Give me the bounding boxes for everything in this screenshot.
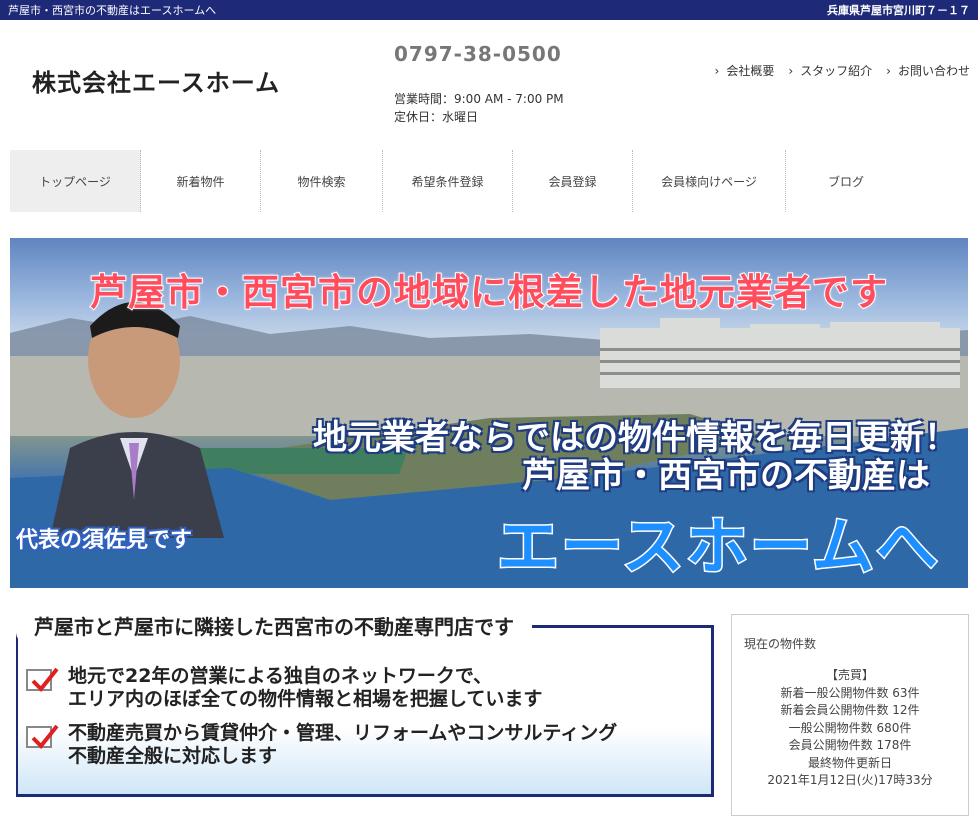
hero-brand-text: エースホームへ (495, 509, 940, 585)
feature-item-line-2: 不動産全般に対応します (68, 745, 278, 767)
update-label: 最終物件更新日 (807, 755, 892, 770)
checkmark-icon (26, 724, 59, 749)
link-contact[interactable]: お問い合わせ (886, 62, 970, 79)
business-hours: 営業時間：9:00 AM - 7:00 PM 定休日：水曜日 (394, 90, 564, 126)
hero-banner: 芦屋市・西宮市の地域に根差した地元業者です 地元業者ならではの物件情報を毎日更新… (10, 238, 968, 588)
hero-subtitle-2: 芦屋市・西宮市の不動産は (522, 456, 930, 496)
header-links: 会社概要 スタッフ紹介 お問い合わせ (715, 62, 970, 79)
nav-item-register[interactable]: 会員登録 (513, 150, 633, 212)
nav-item-new[interactable]: 新着物件 (141, 150, 261, 212)
closed-day-line: 定休日：水曜日 (394, 110, 479, 124)
feature-item: 不動産売買から賃貸仲介・管理、リフォームやコンサルティング 不動産全般に対応しま… (26, 722, 618, 768)
main-nav: トップページ 新着物件 物件検索 希望条件登録 会員登録 会員様向けページ ブロ… (10, 150, 910, 212)
top-bar-address: 兵庫県芦屋市宮川町７－１７ (827, 4, 970, 17)
feature-heading: 芦屋市と芦屋市に隣接した西宮市の不動産専門店です (18, 612, 530, 642)
link-staff[interactable]: スタッフ紹介 (788, 62, 872, 79)
nav-item-search[interactable]: 物件検索 (261, 150, 383, 212)
nav-item-members[interactable]: 会員様向けページ (633, 150, 786, 212)
checkmark-icon (26, 667, 59, 692)
hours-line: 営業時間：9:00 AM - 7:00 PM (394, 92, 564, 106)
top-bar: 芦屋市・西宮市の不動産はエースホームへ 兵庫県芦屋市宮川町７－１７ (0, 0, 978, 20)
listing-count-panel: 現在の物件数 【売買】 新着一般公開物件数 63件 新着会員公開物件数 12件 … (731, 614, 969, 816)
panel-body: 【売買】 新着一般公開物件数 63件 新着会員公開物件数 12件 一般公開物件数… (732, 667, 968, 790)
feature-box (16, 625, 714, 797)
panel-title: 現在の物件数 (744, 637, 817, 651)
count-row: 新着一般公開物件数 63件 (780, 685, 920, 700)
feature-item-line-2: エリア内のほぼ全ての物件情報と相場を把握しています (68, 688, 543, 710)
count-row: 一般公開物件数 680件 (788, 720, 912, 735)
feature-item-line-1: 不動産売買から賃貸仲介・管理、リフォームやコンサルティング (68, 722, 618, 744)
nav-item-blog[interactable]: ブログ (786, 150, 906, 212)
count-row: 新着会員公開物件数 12件 (780, 703, 920, 717)
update-date: 2021年1月12日(火)17時33分 (767, 773, 933, 787)
count-row: 会員公開物件数 178件 (788, 738, 912, 752)
company-logo[interactable]: 株式会社エースホーム (32, 63, 280, 98)
nav-item-top[interactable]: トップページ (10, 150, 141, 212)
nav-item-wishlist[interactable]: 希望条件登録 (383, 150, 513, 212)
section-label: 【売買】 (825, 668, 874, 682)
top-bar-tagline: 芦屋市・西宮市の不動産はエースホームへ (8, 4, 217, 17)
link-company-profile[interactable]: 会社概要 (715, 62, 774, 79)
feature-item: 地元で22年の営業による独自のネットワークで、 エリア内のほぼ全ての物件情報と相… (26, 665, 543, 711)
feature-item-line-1: 地元で22年の営業による独自のネットワークで、 (68, 665, 493, 687)
hero-representative-caption: 代表の須佐見です (16, 528, 193, 553)
hero-title: 芦屋市・西宮市の地域に根差した地元業者です (89, 270, 888, 315)
phone-number[interactable]: 0797-38-0500 (394, 42, 562, 66)
